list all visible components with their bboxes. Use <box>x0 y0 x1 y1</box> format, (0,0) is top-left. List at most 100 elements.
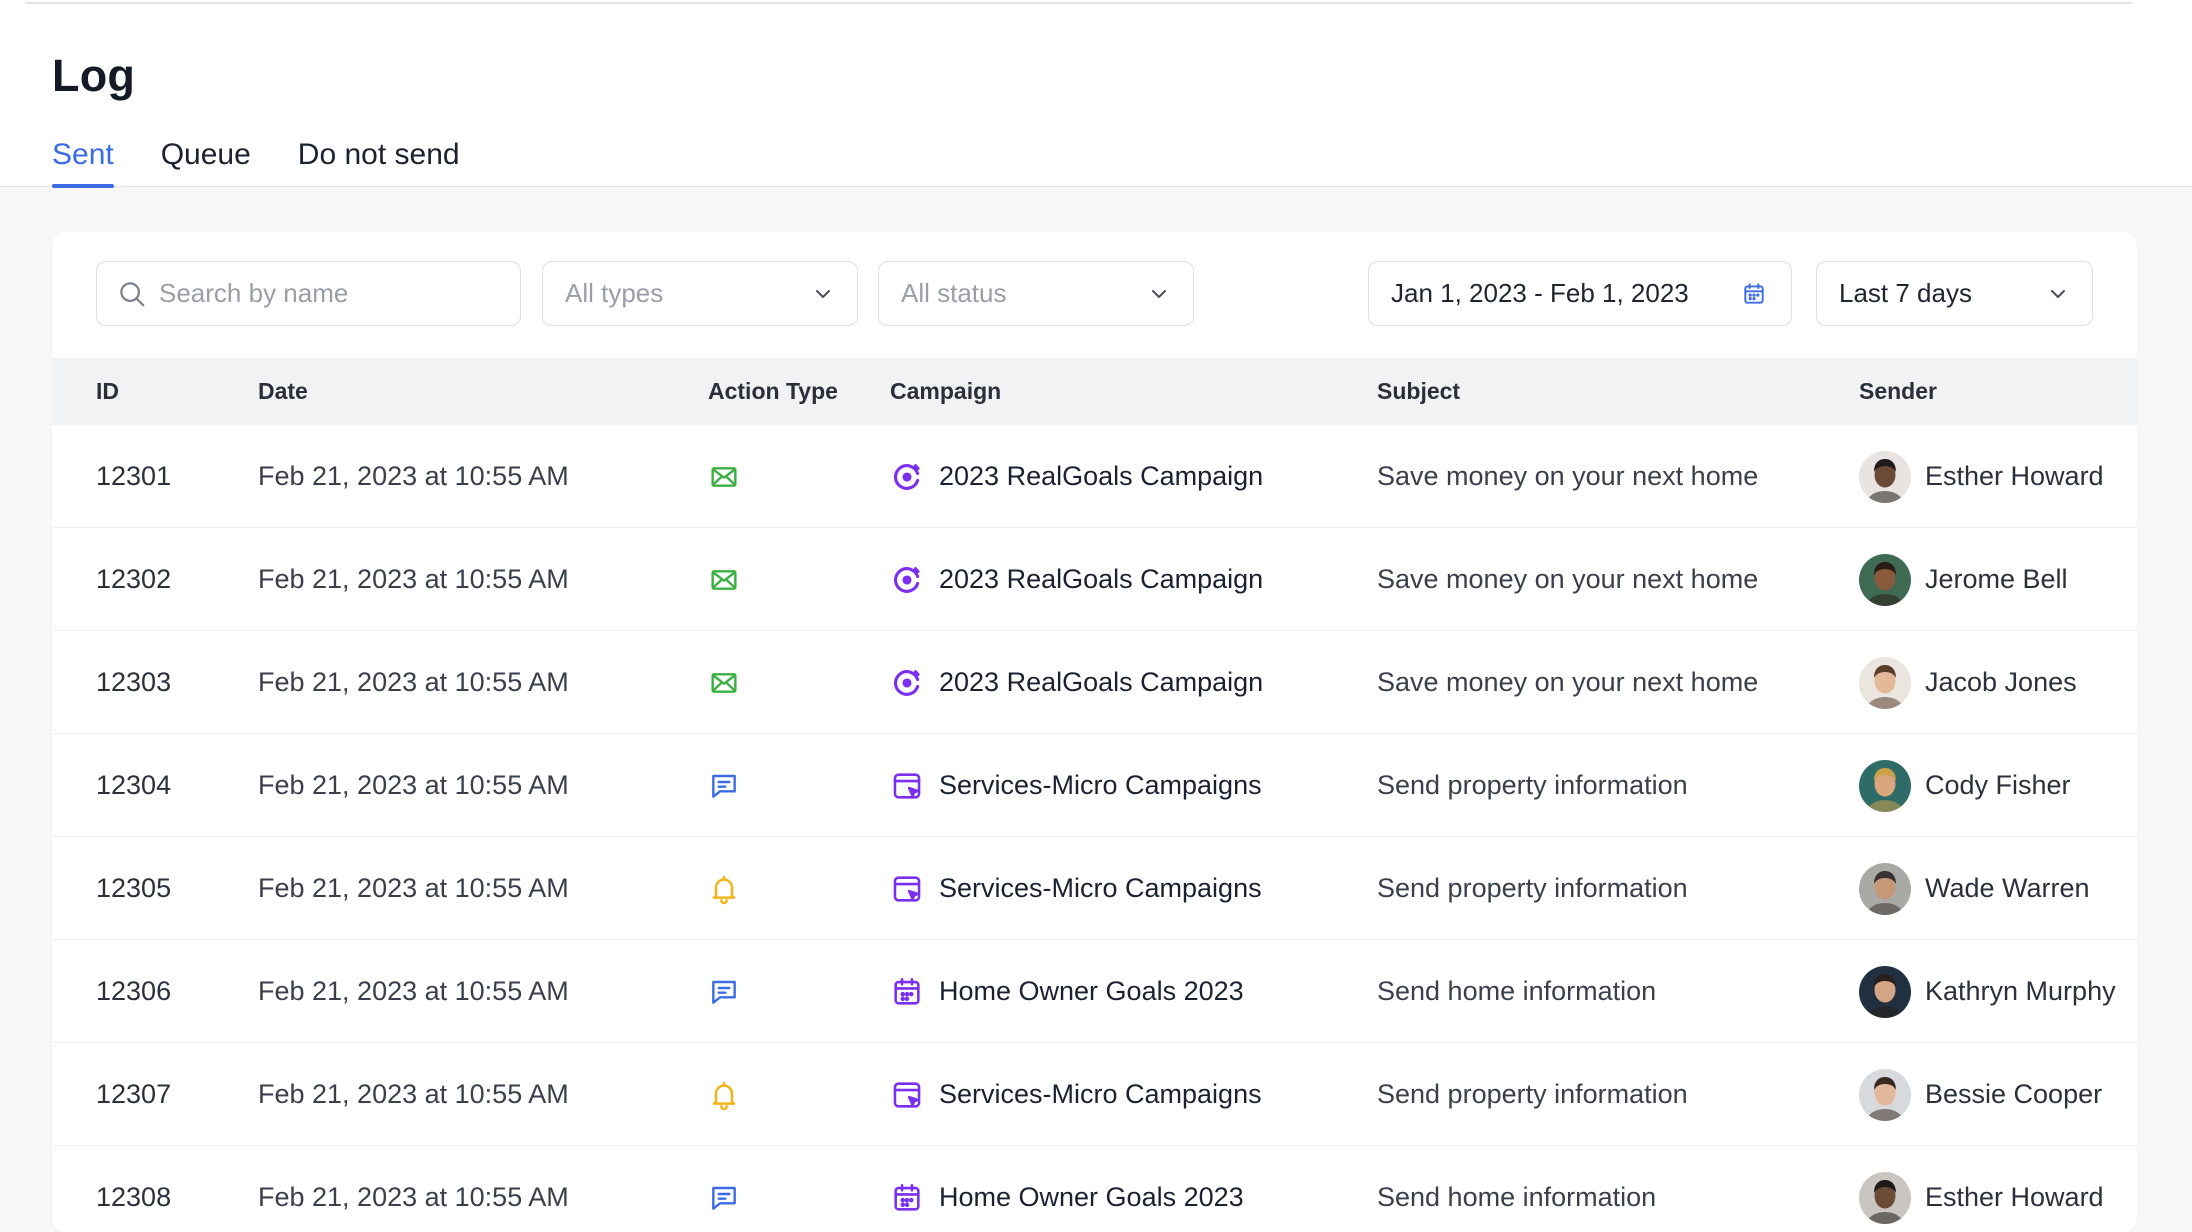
calendar-icon <box>890 1181 924 1215</box>
sender-name: Jacob Jones <box>1925 667 2077 697</box>
column-header-subject[interactable]: Subject <box>1377 358 1460 425</box>
row-campaign[interactable]: 2023 RealGoals Campaign <box>890 425 1263 528</box>
calendar-browser-icon <box>890 769 924 803</box>
bell-icon <box>708 837 740 940</box>
row-campaign[interactable]: Services-Micro Campaigns <box>890 837 1262 940</box>
calendar-browser-icon <box>890 1078 924 1112</box>
row-date: Feb 21, 2023 at 10:55 AM <box>258 564 569 594</box>
date-range-picker[interactable]: Jan 1, 2023 - Feb 1, 2023 <box>1368 261 1792 326</box>
row-date: Feb 21, 2023 at 10:55 AM <box>258 1079 569 1109</box>
row-campaign[interactable]: Home Owner Goals 2023 <box>890 940 1244 1043</box>
row-campaign[interactable]: Services-Micro Campaigns <box>890 734 1262 837</box>
chat-icon <box>708 734 740 837</box>
column-header-sender[interactable]: Sender <box>1859 358 1937 425</box>
period-select[interactable]: Last 7 days <box>1816 261 2093 326</box>
sender-name: Jerome Bell <box>1925 564 2068 594</box>
row-sender[interactable]: Wade Warren <box>1859 837 2090 940</box>
types-select-value: All types <box>565 278 664 308</box>
email-icon <box>708 631 740 734</box>
row-subject: Send home information <box>1377 1182 1657 1212</box>
column-header-action-type[interactable]: Action Type <box>708 358 838 425</box>
row-subject: Save money on your next home <box>1377 564 1759 594</box>
date-range-value: Jan 1, 2023 - Feb 1, 2023 <box>1391 278 1689 308</box>
campaign-name: 2023 RealGoals Campaign <box>939 564 1264 594</box>
search-input[interactable] <box>159 278 499 309</box>
table-row[interactable]: 12305 Feb 21, 2023 at 10:55 AM Services-Mi… <box>52 837 2137 940</box>
table-row[interactable]: 12308 Feb 21, 2023 at 10:55 AM Home Owner … <box>52 1146 2137 1232</box>
row-id: 12306 <box>96 976 172 1006</box>
search-box[interactable] <box>96 261 521 326</box>
avatar <box>1859 862 1911 915</box>
log-table-card: All types All status Jan 1, 2023 - Feb 1… <box>52 232 2137 1232</box>
row-id: 12304 <box>96 770 172 800</box>
row-sender[interactable]: Kathryn Murphy <box>1859 940 2116 1043</box>
avatar <box>1859 965 1911 1018</box>
table-row[interactable]: 12306 Feb 21, 2023 at 10:55 AM Home Owner … <box>52 940 2137 1043</box>
row-sender[interactable]: Jacob Jones <box>1859 631 2077 734</box>
tab-queue[interactable]: Queue <box>161 134 251 187</box>
row-sender[interactable]: Cody Fisher <box>1859 734 2071 837</box>
row-id: 12307 <box>96 1079 172 1109</box>
table-row[interactable]: 12303 Feb 21, 2023 at 10:55 AM 2023 RealGo… <box>52 631 2137 734</box>
table-row[interactable]: 12302 Feb 21, 2023 at 10:55 AM 2023 RealGo… <box>52 528 2137 631</box>
filter-bar: All types All status Jan 1, 2023 - Feb 1… <box>52 232 2137 358</box>
email-icon <box>708 528 740 631</box>
chat-icon <box>708 940 740 1043</box>
row-subject: Send home information <box>1377 976 1657 1006</box>
row-date: Feb 21, 2023 at 10:55 AM <box>258 976 569 1006</box>
calendar-icon <box>890 975 924 1009</box>
chevron-down-icon <box>1147 282 1171 313</box>
bell-icon <box>708 1043 740 1146</box>
campaign-name: Services-Micro Campaigns <box>939 770 1262 800</box>
column-header-id[interactable]: ID <box>96 358 119 425</box>
campaign-name: Services-Micro Campaigns <box>939 1079 1262 1109</box>
row-date: Feb 21, 2023 at 10:55 AM <box>258 667 569 697</box>
calendar-browser-icon <box>890 872 924 906</box>
tab-do-not-send[interactable]: Do not send <box>298 134 460 187</box>
campaign-name: Services-Micro Campaigns <box>939 873 1262 903</box>
row-id: 12308 <box>96 1182 172 1212</box>
campaign-name: Home Owner Goals 2023 <box>939 976 1244 1006</box>
column-header-date[interactable]: Date <box>258 358 308 425</box>
row-id: 12302 <box>96 564 172 594</box>
row-campaign[interactable]: Home Owner Goals 2023 <box>890 1146 1244 1232</box>
sender-name: Kathryn Murphy <box>1925 976 2116 1006</box>
row-subject: Save money on your next home <box>1377 667 1759 697</box>
campaign-name: Home Owner Goals 2023 <box>939 1182 1244 1212</box>
table-header: ID Date Action Type Campaign Subject Sen… <box>52 358 2137 425</box>
chevron-down-icon <box>2046 282 2070 313</box>
table-row[interactable]: 12301 Feb 21, 2023 at 10:55 AM 2023 RealGo… <box>52 425 2137 528</box>
avatar <box>1859 553 1911 606</box>
row-campaign[interactable]: 2023 RealGoals Campaign <box>890 528 1263 631</box>
row-id: 12303 <box>96 667 172 697</box>
row-sender[interactable]: Jerome Bell <box>1859 528 2068 631</box>
page-title: Log <box>52 50 136 101</box>
row-subject: Send property information <box>1377 1079 1688 1109</box>
row-sender[interactable]: Esther Howard <box>1859 1146 2104 1232</box>
sender-name: Bessie Cooper <box>1925 1079 2103 1109</box>
period-select-value: Last 7 days <box>1839 278 1972 308</box>
row-subject: Send property information <box>1377 873 1688 903</box>
avatar <box>1859 1068 1911 1121</box>
row-date: Feb 21, 2023 at 10:55 AM <box>258 1182 569 1212</box>
avatar <box>1859 1171 1911 1224</box>
status-select-value: All status <box>901 278 1007 308</box>
status-select[interactable]: All status <box>878 261 1194 326</box>
row-date: Feb 21, 2023 at 10:55 AM <box>258 770 569 800</box>
chat-icon <box>708 1146 740 1232</box>
row-subject: Send property information <box>1377 770 1688 800</box>
tab-sent[interactable]: Sent <box>52 134 114 188</box>
row-sender[interactable]: Bessie Cooper <box>1859 1043 2102 1146</box>
table-row[interactable]: 12307 Feb 21, 2023 at 10:55 AM Services-Mi… <box>52 1043 2137 1146</box>
avatar <box>1859 656 1911 709</box>
search-icon <box>117 279 147 309</box>
column-header-campaign[interactable]: Campaign <box>890 358 1001 425</box>
types-select[interactable]: All types <box>542 261 858 326</box>
target-icon <box>890 460 924 494</box>
table-row[interactable]: 12304 Feb 21, 2023 at 10:55 AM Services-Mi… <box>52 734 2137 837</box>
row-subject: Save money on your next home <box>1377 461 1759 491</box>
chevron-down-icon <box>811 282 835 313</box>
row-campaign[interactable]: 2023 RealGoals Campaign <box>890 631 1263 734</box>
row-sender[interactable]: Esther Howard <box>1859 425 2104 528</box>
row-campaign[interactable]: Services-Micro Campaigns <box>890 1043 1262 1146</box>
